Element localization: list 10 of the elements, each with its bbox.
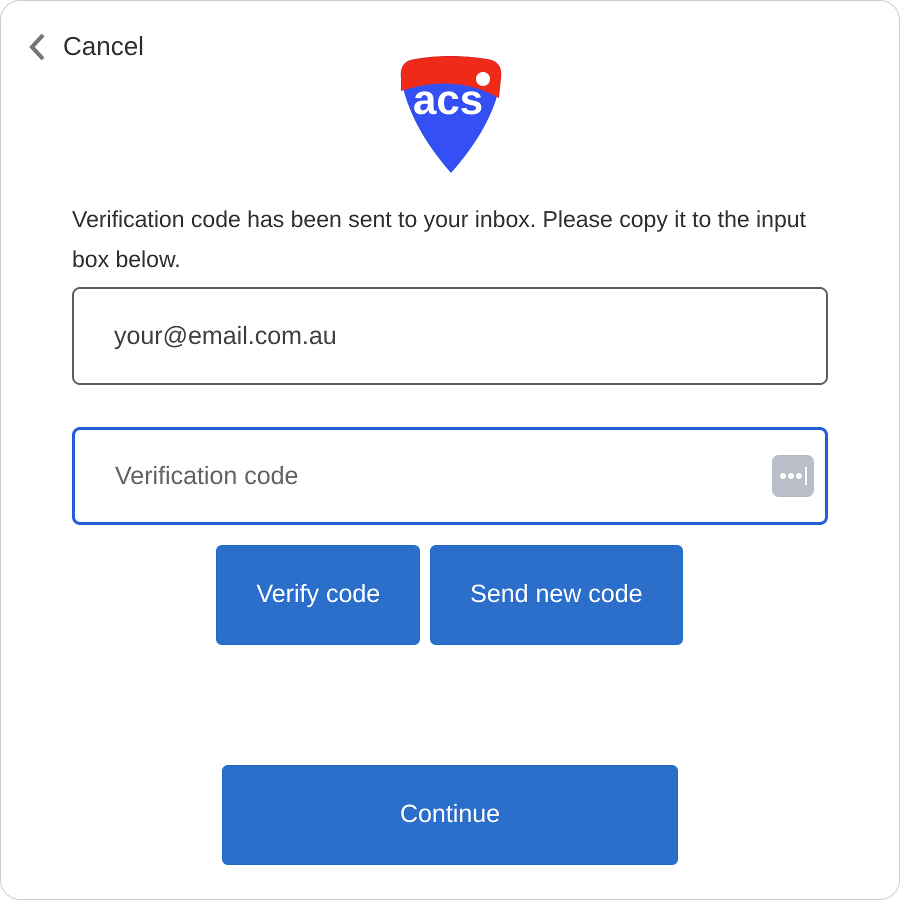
email-field[interactable]: your@email.com.au: [72, 287, 828, 385]
back-chevron-icon: [27, 32, 47, 62]
instruction-text: Verification code has been sent to your inbox. Please copy it to the input box below.: [72, 205, 807, 274]
send-code-button[interactable]: Send new code: [430, 545, 683, 645]
code-field[interactable]: Verification code: [72, 427, 828, 525]
password-manager-icon[interactable]: [772, 455, 814, 497]
verify-button[interactable]: Verify code: [216, 545, 420, 645]
cancel-button[interactable]: Cancel: [27, 27, 144, 66]
continue-button[interactable]: Continue: [222, 765, 678, 865]
logo-text: acs: [413, 79, 484, 121]
